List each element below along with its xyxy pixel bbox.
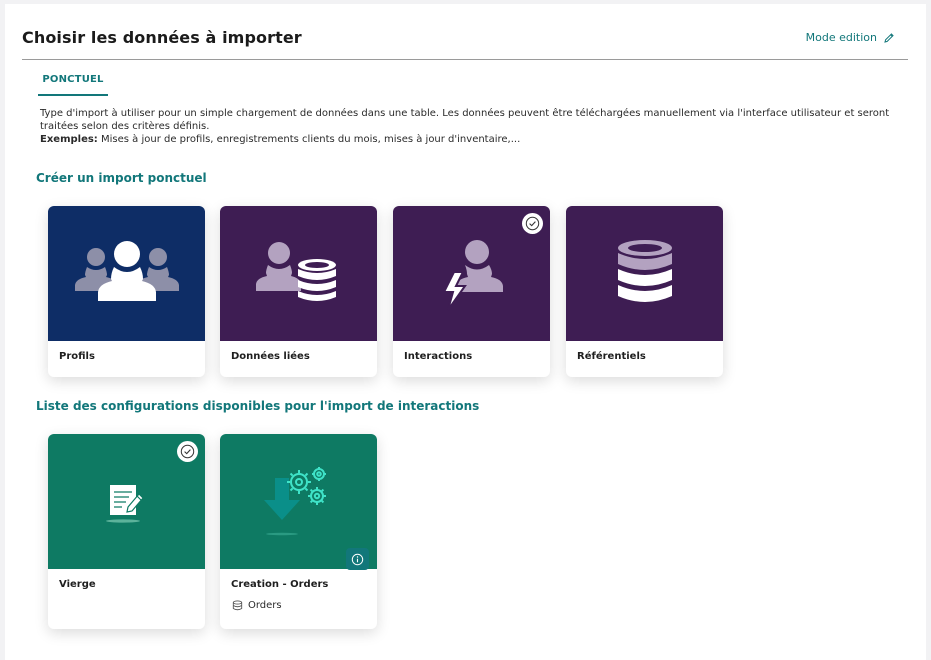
card-thumb: [48, 206, 205, 341]
card-label: Vierge: [59, 579, 96, 590]
examples-text: Mises à jour de profils, enregistrements…: [97, 134, 521, 145]
card-donnees-liees[interactable]: Données liées: [220, 206, 377, 377]
card-profils[interactable]: Profils: [48, 206, 205, 377]
section-title-configs: Liste des configurations disponibles pou…: [36, 399, 480, 413]
pencil-icon: [884, 32, 894, 43]
card-thumb: [566, 206, 723, 341]
import-description: Type d'import à utiliser pour un simple …: [40, 107, 900, 146]
card-referentiels[interactable]: Référentiels: [566, 206, 723, 377]
info-icon: [351, 553, 364, 565]
card-sub: Orders: [220, 590, 377, 611]
download-gears-icon: [263, 466, 326, 535]
card-label: Creation - Orders: [231, 579, 329, 590]
section-title-import: Créer un import ponctuel: [36, 171, 207, 185]
user-database-icon: [255, 241, 336, 301]
card-label: Profils: [59, 351, 95, 362]
page-title: Choisir les données à importer: [22, 28, 302, 47]
group-users-icon: [74, 240, 179, 301]
selected-check-icon: [177, 441, 198, 462]
tab-ponctuel[interactable]: PONCTUEL: [38, 74, 108, 96]
header-divider: [22, 59, 908, 60]
examples-label: Exemples:: [40, 134, 98, 145]
card-thumb: [48, 434, 205, 569]
database-icon: [617, 239, 672, 302]
description-text: Type d'import à utiliser pour un simple …: [40, 108, 890, 132]
info-button[interactable]: [346, 548, 369, 570]
database-small-icon: [232, 600, 243, 611]
mode-edition-button[interactable]: Mode edition: [806, 31, 895, 44]
card-thumb: [220, 434, 377, 570]
card-sub-label: Orders: [248, 600, 282, 611]
document-edit-icon: [105, 484, 144, 523]
card-label: Référentiels: [577, 351, 646, 362]
card-interactions[interactable]: Interactions: [393, 206, 550, 377]
user-lightning-icon: [441, 239, 503, 311]
import-panel: Choisir les données à importer Mode edit…: [5, 4, 926, 660]
card-vierge[interactable]: Vierge: [48, 434, 205, 629]
selected-check-icon: [522, 213, 543, 234]
mode-edition-label: Mode edition: [805, 31, 877, 44]
card-thumb: [393, 206, 550, 341]
card-label: Données liées: [231, 351, 310, 362]
card-creation-orders[interactable]: Creation - Orders Orders: [220, 434, 377, 629]
card-label: Interactions: [404, 351, 473, 362]
card-thumb: [220, 206, 377, 341]
